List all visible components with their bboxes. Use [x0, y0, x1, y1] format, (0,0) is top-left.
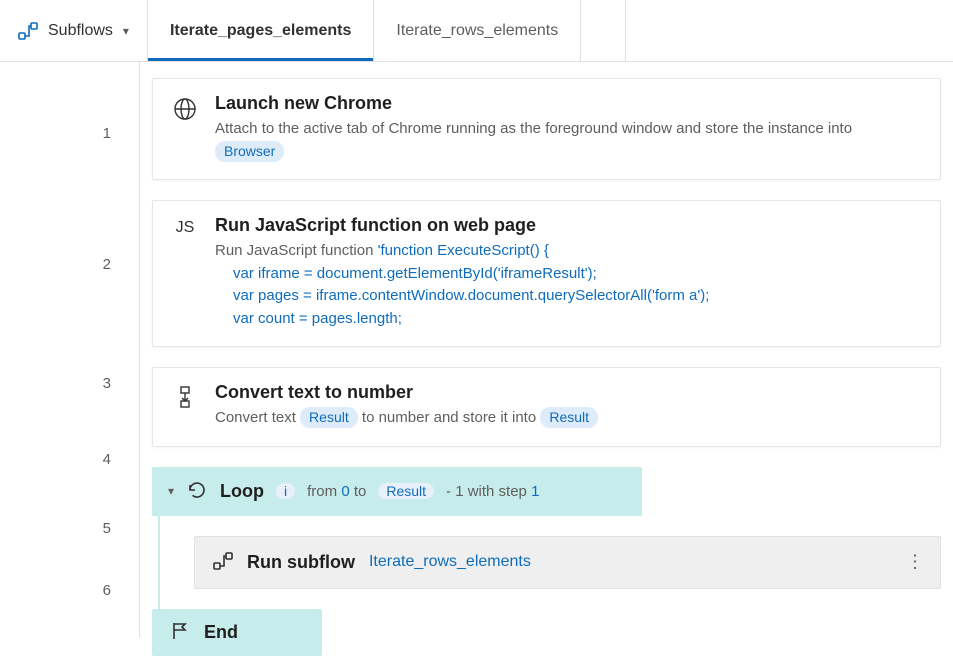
tab-label: Iterate_rows_elements [396, 22, 558, 40]
line-number: 6 [0, 564, 139, 616]
line-number: 1 [0, 78, 139, 188]
loop-step: 1 [531, 483, 539, 500]
subflow-icon [213, 551, 233, 574]
line-number: 5 [0, 492, 139, 564]
subflows-label: Subflows [48, 22, 113, 40]
loop-suffix: - 1 with step 1 [446, 483, 539, 500]
variable-result: Result [540, 407, 598, 428]
line-number: 3 [0, 340, 139, 426]
action-description: Convert text Result to number and store … [215, 407, 922, 430]
subflows-dropdown[interactable]: Subflows ▾ [0, 0, 148, 61]
action-run-subflow[interactable]: Run subflow Iterate_rows_elements ⋮ [194, 536, 941, 589]
action-title: Run subflow [247, 552, 355, 573]
flag-icon [170, 621, 190, 644]
action-loop[interactable]: ▾ Loop i from 0 to Result - 1 with step [152, 467, 642, 516]
action-end[interactable]: End [152, 609, 322, 656]
action-title: Launch new Chrome [215, 93, 922, 114]
action-description: Attach to the active tab of Chrome runni… [215, 118, 922, 163]
action-convert-text[interactable]: Convert text to number Convert text Resu… [152, 367, 941, 447]
more-icon[interactable]: ⋮ [906, 552, 926, 573]
subflow-link[interactable]: Iterate_rows_elements [369, 553, 531, 571]
desc-text: Attach to the active tab of Chrome runni… [215, 120, 852, 137]
action-description: Run JavaScript function 'function Execut… [215, 240, 922, 330]
workspace: 1 2 3 4 5 6 Launch new Chrome Attach to … [0, 62, 953, 637]
line-number: 4 [0, 426, 139, 492]
action-launch-chrome[interactable]: Launch new Chrome Attach to the active t… [152, 78, 941, 180]
actions-column: Launch new Chrome Attach to the active t… [140, 62, 953, 637]
globe-icon [171, 93, 199, 163]
action-title: Convert text to number [215, 382, 922, 403]
loop-container: ▾ Loop i from 0 to Result - 1 with step [152, 467, 941, 656]
subflow-icon [18, 21, 38, 41]
desc-text: Run JavaScript function [215, 242, 378, 259]
loop-from-label: from 0 to [307, 483, 366, 500]
desc-text: Convert text [215, 409, 300, 426]
code-line: var iframe = document.getElementById('if… [233, 263, 922, 286]
chevron-down-icon: ▾ [123, 24, 129, 38]
desc-text: to number and store it into [362, 409, 540, 426]
loop-icon [186, 479, 208, 504]
chevron-down-icon[interactable]: ▾ [168, 484, 174, 498]
loop-from-value: 0 [341, 483, 349, 500]
code-line: 'function ExecuteScript() { [378, 242, 549, 259]
variable-result: Result [300, 407, 358, 428]
convert-icon [171, 382, 199, 430]
loop-to-variable: Result [378, 483, 434, 499]
tab-bar: Subflows ▾ Iterate_pages_elements Iterat… [0, 0, 953, 62]
variable-browser: Browser [215, 141, 284, 162]
code-line: var count = pages.length; [233, 308, 922, 331]
end-label: End [204, 622, 238, 643]
tab-iterate-rows[interactable]: Iterate_rows_elements [374, 0, 581, 61]
tab-label: Iterate_pages_elements [170, 22, 351, 40]
js-icon: JS [171, 215, 199, 330]
line-gutter: 1 2 3 4 5 6 [0, 62, 140, 637]
loop-title: Loop [220, 481, 264, 502]
tab-spacer [581, 0, 626, 61]
txt: from [307, 483, 337, 500]
action-title: Run JavaScript function on web page [215, 215, 922, 236]
line-number: 2 [0, 188, 139, 340]
tab-iterate-pages[interactable]: Iterate_pages_elements [148, 0, 374, 61]
code-line: var pages = iframe.contentWindow.documen… [233, 285, 922, 308]
loop-variable: i [276, 483, 295, 499]
action-run-js[interactable]: JS Run JavaScript function on web page R… [152, 200, 941, 347]
txt: to [354, 483, 367, 500]
txt: - 1 with step [446, 483, 527, 500]
